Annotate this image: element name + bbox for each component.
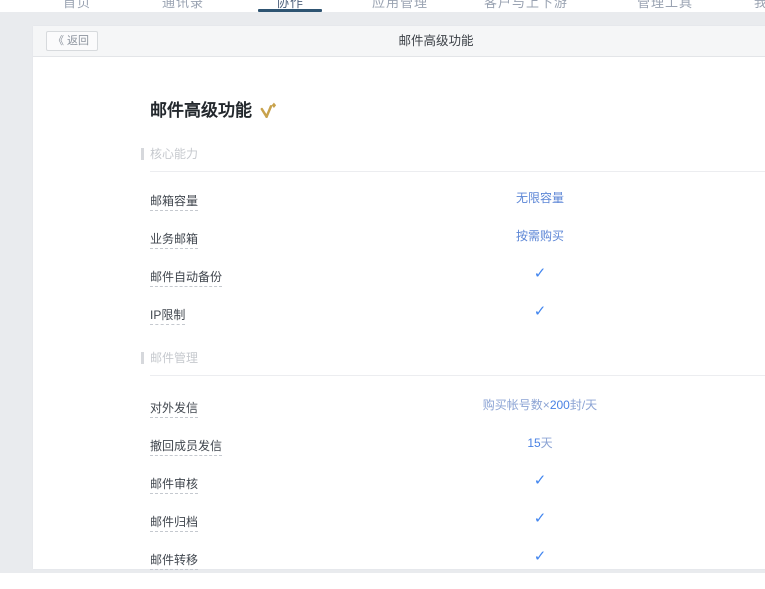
feature-value-text: 封/天 [570,398,597,412]
feature-label[interactable]: 邮件转移 [150,554,198,570]
feature-value-link[interactable]: 按需购买 [516,229,564,243]
feature-value: ✓ [390,512,690,526]
feature-label[interactable]: 业务邮箱 [150,233,198,249]
check-icon: ✓ [534,303,547,320]
nav-tab-6[interactable]: 管理工具 [637,0,693,11]
check-icon: ✓ [534,510,547,527]
nav-tab-5[interactable]: 客户与上下游 [484,0,568,11]
feature-value: 购买帐号数×200封/天 [390,398,690,412]
check-icon: ✓ [534,472,547,489]
nav-tab-2[interactable]: 通讯录 [162,0,204,11]
section-bar-icon [141,352,144,364]
nav-tab-7[interactable]: 我的企业 [754,0,765,11]
premium-v-icon [259,102,278,120]
page-title-text: 邮件高级功能 [150,102,252,120]
nav-tab-1[interactable]: 首页 [63,0,91,11]
feature-label[interactable]: 对外发信 [150,402,198,418]
feature-label[interactable]: 邮箱容量 [150,195,198,211]
check-icon: ✓ [534,265,547,282]
section-title: 邮件管理 [150,352,765,364]
feature-label[interactable]: 撤回成员发信 [150,440,222,456]
feature-row: IP限制 ✓ [150,306,765,344]
feature-row: 业务邮箱 按需购买 [150,230,765,268]
mail-advanced-card: 《 返回 邮件高级功能 邮件高级功能 核心能力邮箱容量无限容量业务邮箱按需购买邮… [33,26,765,569]
feature-row: 邮件转移 ✓ [150,551,765,589]
card-content: 邮件高级功能 核心能力邮箱容量无限容量业务邮箱按需购买邮件自动备份✓IP限制✓邮… [150,57,765,589]
feature-value-text: 200 [550,398,570,412]
check-icon: ✓ [534,548,547,565]
feature-value: 按需购买 [390,229,690,243]
feature-value: ✓ [390,550,690,564]
card-header-title: 邮件高级功能 [33,26,765,56]
feature-label[interactable]: 邮件归档 [150,516,198,532]
back-button[interactable]: 《 返回 [46,31,98,51]
section-bar-icon [141,148,144,160]
feature-value-text: 天 [541,436,553,450]
section-divider [150,171,765,172]
feature-row: 对外发信 购买帐号数×200封/天 [150,399,765,437]
feature-label[interactable]: 邮件自动备份 [150,271,222,287]
feature-row: 邮件自动备份 ✓ [150,268,765,306]
feature-label[interactable]: IP限制 [150,309,185,325]
feature-value: ✓ [390,267,690,281]
card-header: 《 返回 邮件高级功能 [33,26,765,57]
feature-row: 邮件审核 ✓ [150,475,765,513]
feature-value-text: 购买帐号数× [483,398,550,412]
feature-value-text: 15 [527,436,540,450]
active-tab-underline [258,9,322,12]
top-nav: 首页通讯录协作应用管理客户与上下游管理工具我的企业 [0,0,765,12]
feature-row: 撤回成员发信 15天 [150,437,765,475]
section-divider [150,375,765,376]
section-title: 核心能力 [150,148,765,160]
feature-row: 邮箱容量 无限容量 [150,192,765,230]
feature-value: ✓ [390,474,690,488]
feature-value-link[interactable]: 无限容量 [516,191,564,205]
page-title: 邮件高级功能 [150,102,765,120]
nav-tab-4[interactable]: 应用管理 [372,0,428,11]
feature-value: 无限容量 [390,191,690,205]
feature-value: 15天 [390,436,690,450]
feature-value: ✓ [390,305,690,319]
feature-row: 邮件归档 ✓ [150,513,765,551]
feature-label[interactable]: 邮件审核 [150,478,198,494]
